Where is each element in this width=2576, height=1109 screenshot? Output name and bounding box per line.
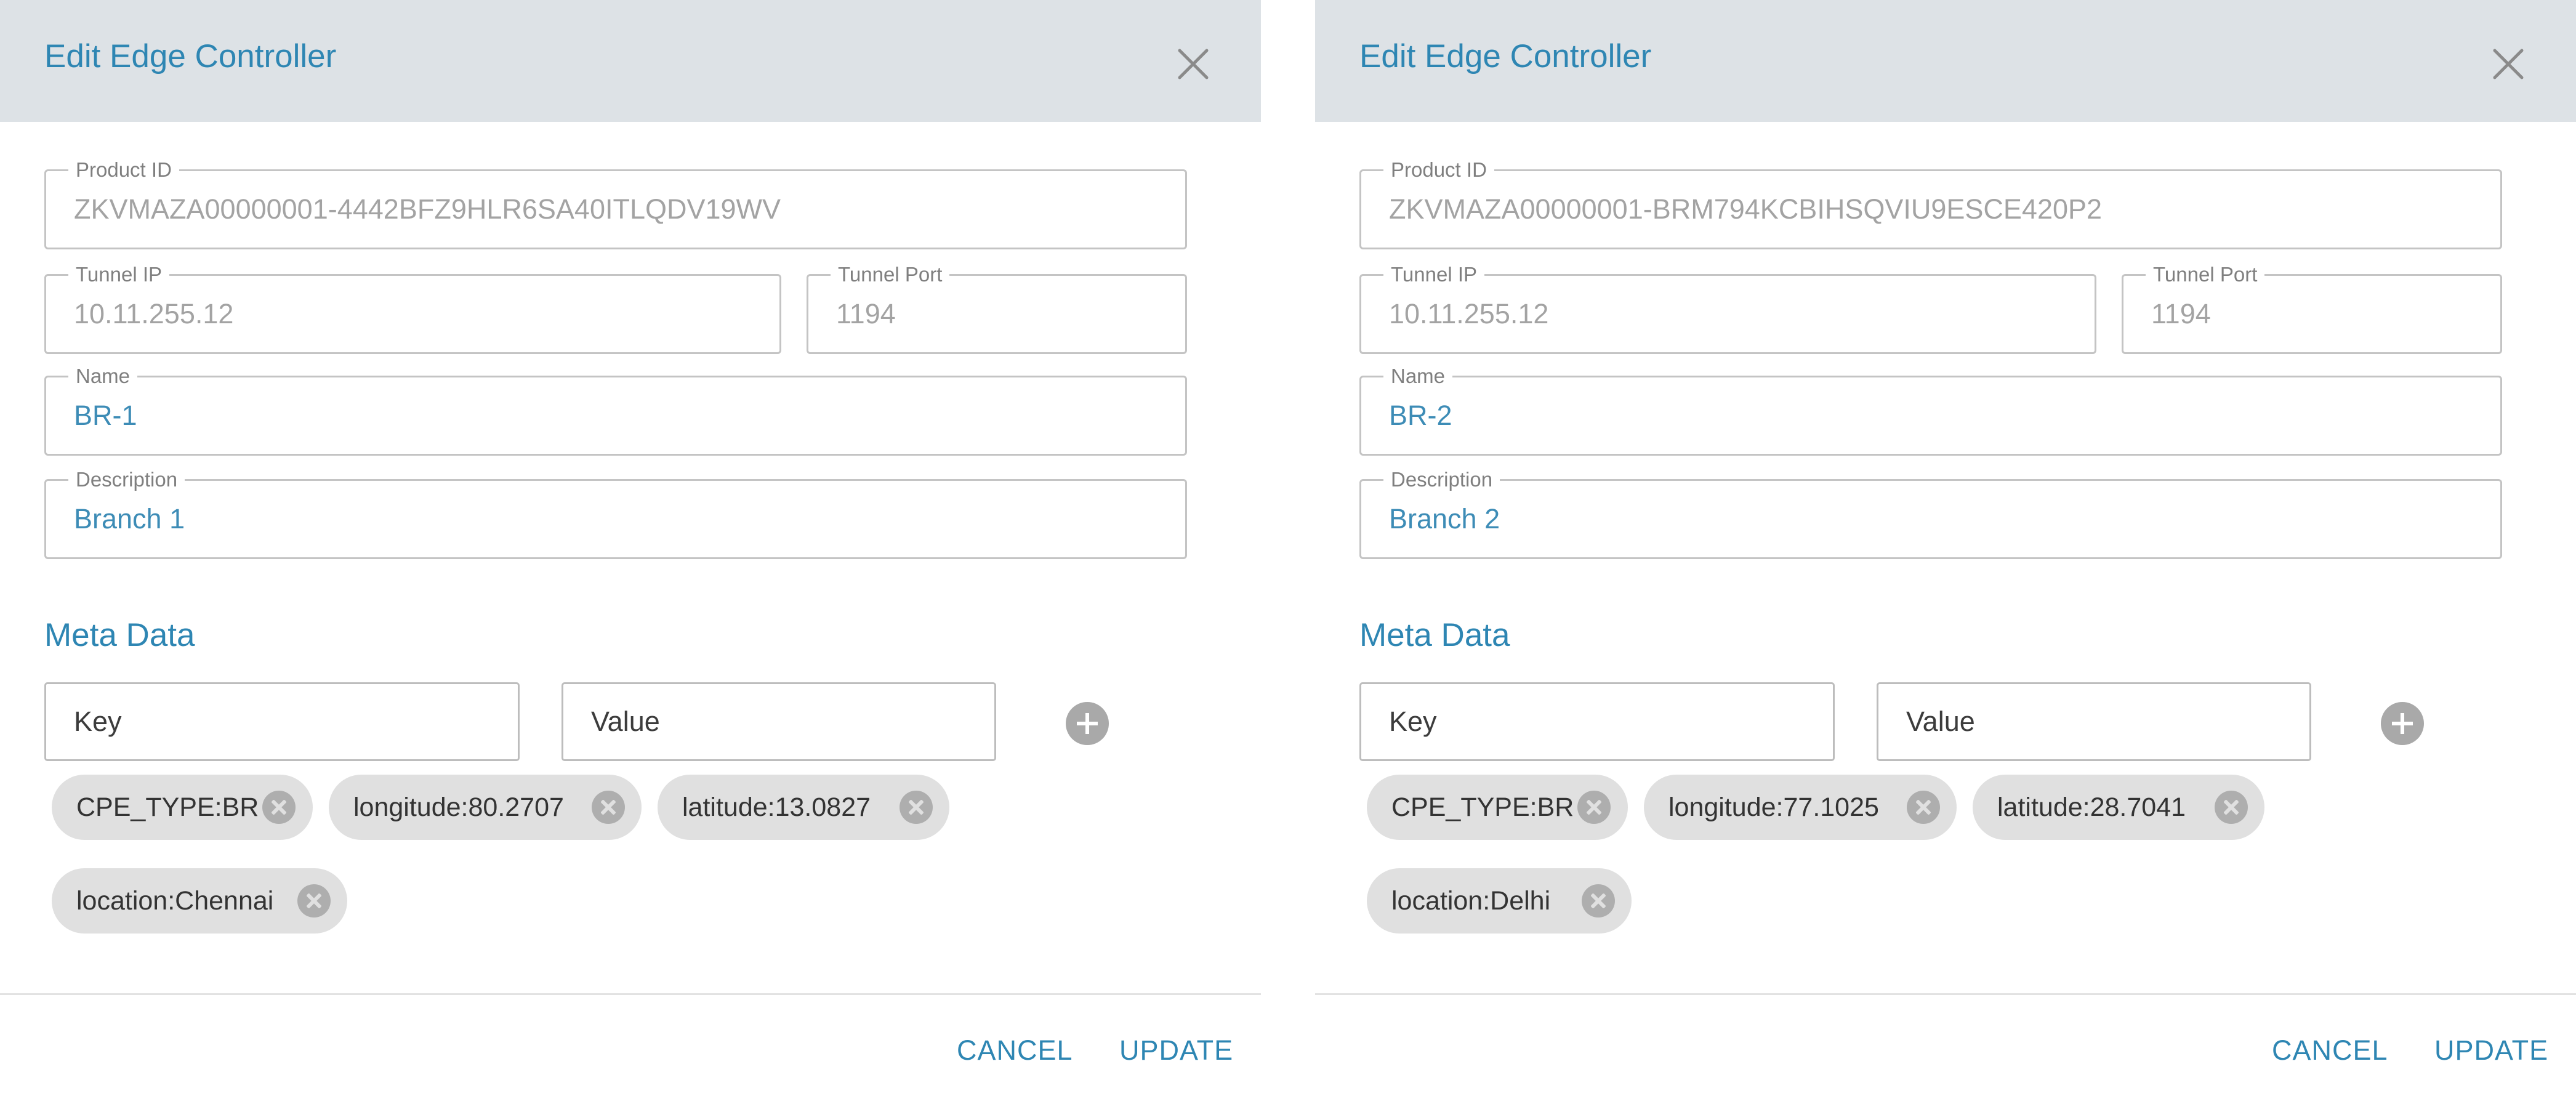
description-value[interactable]: Branch 2: [1389, 481, 1500, 557]
cancel-circle-icon[interactable]: [592, 791, 625, 824]
meta-value-field[interactable]: [561, 682, 996, 761]
meta-value-input[interactable]: [1878, 684, 2309, 759]
close-icon[interactable]: [1176, 47, 1210, 81]
meta-chip: location:Delhi: [1367, 868, 1632, 934]
add-circle-icon[interactable]: [1066, 702, 1109, 745]
meta-key-field[interactable]: [1359, 682, 1835, 761]
description-field[interactable]: Description Branch 2: [1359, 467, 2502, 559]
meta-chip: CPE_TYPE:BR: [1367, 775, 1628, 840]
meta-chip: longitude:80.2707: [329, 775, 642, 840]
cancel-circle-icon[interactable]: [2215, 791, 2248, 824]
name-value[interactable]: BR-2: [1389, 377, 1452, 454]
edit-edge-controller-dialog: Edit Edge Controller Product ID ZKVMAZA0…: [1315, 0, 2576, 1109]
cancel-circle-icon[interactable]: [297, 884, 331, 917]
cancel-button[interactable]: CANCEL: [2272, 1032, 2388, 1069]
dialog-title: Edit Edge Controller: [1359, 38, 1652, 75]
meta-chip-label: CPE_TYPE:BR: [76, 792, 259, 822]
meta-chip-label: location:Chennai: [76, 886, 274, 916]
product-id-field: Product ID ZKVMAZA00000001-4442BFZ9HLR6S…: [44, 158, 1187, 249]
meta-chip-label: latitude:28.7041: [1997, 792, 2186, 822]
cancel-circle-icon[interactable]: [262, 791, 296, 824]
meta-chip: latitude:13.0827: [658, 775, 949, 840]
dialog-title: Edit Edge Controller: [44, 38, 337, 75]
tunnel-ip-value: 10.11.255.12: [74, 298, 234, 329]
name-value[interactable]: BR-1: [74, 377, 137, 454]
name-field[interactable]: Name BR-2: [1359, 364, 2502, 456]
description-value[interactable]: Branch 1: [74, 481, 185, 557]
meta-chip-label: location:Delhi: [1391, 886, 1551, 916]
meta-value-field[interactable]: [1877, 682, 2311, 761]
close-icon[interactable]: [2491, 47, 2526, 81]
meta-key-input[interactable]: [1361, 684, 1833, 759]
meta-chip: CPE_TYPE:BR: [52, 775, 313, 840]
name-field[interactable]: Name BR-1: [44, 364, 1187, 456]
meta-value-input[interactable]: [563, 684, 994, 759]
tunnel-ip-value: 10.11.255.12: [1389, 298, 1549, 329]
product-id-field: Product ID ZKVMAZA00000001-BRM794KCBIHSQ…: [1359, 158, 2502, 249]
cancel-circle-icon[interactable]: [900, 791, 933, 824]
edit-edge-controller-dialog: Edit Edge Controller Product ID ZKVMAZA0…: [0, 0, 1261, 1109]
description-field[interactable]: Description Branch 1: [44, 467, 1187, 559]
dialog-header: Edit Edge Controller: [1315, 0, 2576, 122]
meta-data-heading: Meta Data: [1359, 617, 1510, 653]
meta-chip-label: CPE_TYPE:BR: [1391, 792, 1574, 822]
meta-chip-label: longitude:77.1025: [1668, 792, 1879, 822]
meta-chip: longitude:77.1025: [1644, 775, 1957, 840]
meta-chip-label: longitude:80.2707: [353, 792, 564, 822]
footer-divider: [0, 993, 1261, 995]
meta-key-field[interactable]: [44, 682, 520, 761]
tunnel-ip-field: Tunnel IP 10.11.255.12: [44, 262, 781, 354]
meta-chip: latitude:28.7041: [1973, 775, 2264, 840]
add-circle-icon[interactable]: [2381, 702, 2424, 745]
footer-divider: [1315, 993, 2576, 995]
cancel-button[interactable]: CANCEL: [957, 1032, 1073, 1069]
cancel-circle-icon[interactable]: [1582, 884, 1615, 917]
product-id-value: ZKVMAZA00000001-4442BFZ9HLR6SA40ITLQDV19…: [74, 193, 781, 225]
tunnel-port-field: Tunnel Port 1194: [807, 262, 1187, 354]
meta-chip-label: latitude:13.0827: [682, 792, 871, 822]
cancel-circle-icon[interactable]: [1577, 791, 1611, 824]
meta-data-heading: Meta Data: [44, 617, 195, 653]
meta-chip: location:Chennai: [52, 868, 347, 934]
tunnel-port-value: 1194: [2151, 298, 2211, 329]
cancel-circle-icon[interactable]: [1907, 791, 1940, 824]
dialog-header: Edit Edge Controller: [0, 0, 1261, 122]
meta-key-input[interactable]: [46, 684, 518, 759]
tunnel-ip-field: Tunnel IP 10.11.255.12: [1359, 262, 2096, 354]
tunnel-port-value: 1194: [836, 298, 896, 329]
tunnel-port-field: Tunnel Port 1194: [2122, 262, 2502, 354]
product-id-value: ZKVMAZA00000001-BRM794KCBIHSQVIU9ESCE420…: [1389, 193, 2103, 225]
update-button[interactable]: UPDATE: [2434, 1032, 2548, 1069]
update-button[interactable]: UPDATE: [1119, 1032, 1233, 1069]
